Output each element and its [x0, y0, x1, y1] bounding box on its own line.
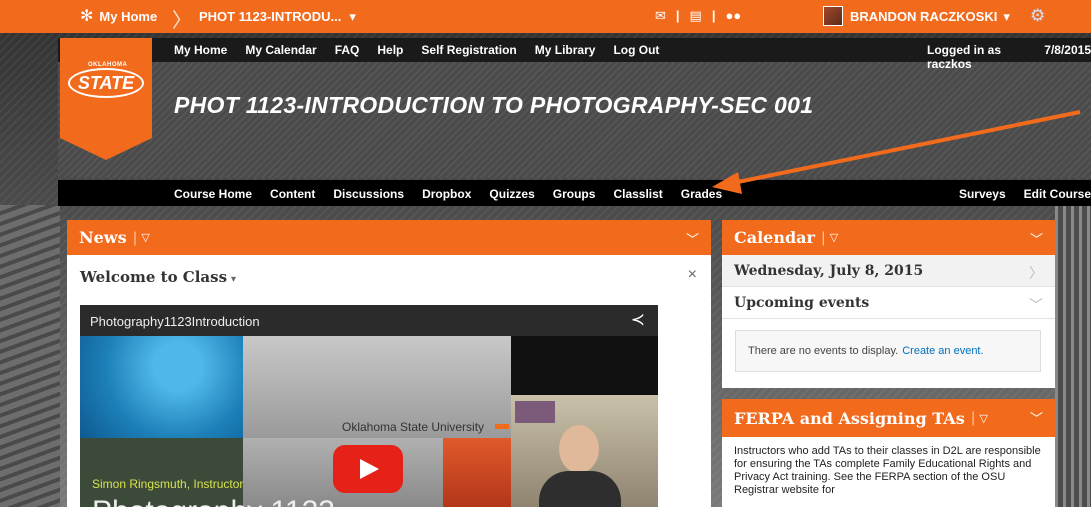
nav-dropbox[interactable]: Dropbox [422, 187, 471, 201]
collapse-chevron-icon[interactable]: ﹀ [1030, 229, 1043, 248]
no-events-box: There are no events to display. Create a… [735, 330, 1041, 372]
nav-surveys[interactable]: Surveys [959, 187, 1006, 201]
chevron-right-icon: 〉 [1029, 266, 1043, 282]
osu-logo[interactable]: OKLAHOMA STATE [60, 38, 152, 160]
news-header: News | ▽ ﹀ [67, 220, 711, 255]
chat-icon[interactable]: ●● [725, 8, 741, 24]
no-events-text: There are no events to display. [748, 345, 899, 357]
avatar[interactable] [823, 6, 843, 26]
calendar-header: Calendar | ▽ ﹀ [722, 220, 1055, 255]
nav-grades[interactable]: Grades [681, 187, 722, 201]
nav-classlist[interactable]: Classlist [613, 187, 662, 201]
video-osu-label: Oklahoma State University [342, 420, 485, 434]
ferpa-widget: FERPA and Assigning TAs | ▽ ﹀ Instructor… [722, 399, 1055, 507]
video-player[interactable]: Oklahoma State University Photography112… [80, 305, 658, 507]
chevron-down-icon[interactable]: ▾ [231, 274, 236, 285]
chevron-down-icon: ▾ [1003, 9, 1010, 24]
course-nav: Course Home Content Discussions Dropbox … [58, 180, 1091, 206]
nav-content[interactable]: Content [270, 187, 315, 201]
video-instructor-label: Simon Ringsmuth, Instructor [92, 477, 244, 491]
widget-menu-icon[interactable]: ▽ [979, 412, 987, 425]
video-title-bar: Photography1123Introduction ≺ [80, 305, 658, 336]
nav-my-calendar[interactable]: My Calendar [245, 43, 316, 57]
video-tile [80, 336, 243, 438]
image-detail [515, 401, 555, 423]
course-selector-label: PHOT 1123-INTRODU... [199, 9, 342, 24]
divider: | [132, 229, 138, 246]
course-header-band [58, 62, 1091, 178]
collapse-chevron-icon[interactable]: ﹀ [686, 229, 699, 248]
image-detail [539, 471, 621, 507]
video-overlay-text: Photography 1123 [92, 495, 335, 507]
news-widget: News | ▽ ﹀ Welcome to Class ▾ × Oklahoma … [67, 220, 711, 507]
background-building-left [0, 205, 60, 507]
video-title[interactable]: Photography1123Introduction [90, 314, 260, 329]
upcoming-events-toggle[interactable]: Upcoming events ﹀ [722, 287, 1055, 319]
share-icon[interactable]: ≺ [631, 310, 645, 330]
create-event-link[interactable]: Create an event. [902, 345, 983, 357]
divider: | [711, 8, 716, 23]
logo-text: STATE [77, 73, 135, 93]
current-date: 7/8/2015 [1044, 43, 1091, 57]
nav-my-library[interactable]: My Library [535, 43, 596, 57]
collapse-chevron-icon[interactable]: ﹀ [1030, 408, 1043, 427]
gear-icon[interactable]: ⚙ [1030, 6, 1045, 26]
my-home-link[interactable]: ✻ My Home [80, 7, 158, 25]
calendar-header-title[interactable]: Calendar [734, 228, 815, 247]
chevron-down-icon: ▾ [349, 9, 356, 24]
user-menu[interactable]: BRANDON RACZKOSKI ▾ [850, 9, 1010, 25]
top-minibar: ✻ My Home 〉 PHOT 1123-INTRODU... ▾ ✉ | ▤… [0, 0, 1091, 33]
chevron-down-icon: ﹀ [1029, 298, 1043, 314]
widget-menu-icon[interactable]: ▽ [830, 231, 838, 244]
upcoming-events-text: Upcoming events [734, 294, 870, 311]
nav-help[interactable]: Help [377, 43, 403, 57]
divider: | [675, 8, 680, 23]
image-detail [559, 425, 599, 473]
ferpa-header-title[interactable]: FERPA and Assigning TAs [734, 409, 965, 428]
nav-self-registration[interactable]: Self Registration [421, 43, 516, 57]
breadcrumb-separator-icon: 〉 [172, 10, 192, 32]
course-title: PHOT 1123-INTRODUCTION TO PHOTOGRAPHY-SE… [174, 92, 814, 118]
user-name: BRANDON RACZKOSKI [850, 9, 998, 24]
divider: | [970, 410, 976, 426]
calendar-current-date[interactable]: Wednesday, July 8, 2015 〉 [722, 255, 1055, 287]
my-home-label: My Home [99, 9, 158, 24]
nav-groups[interactable]: Groups [553, 187, 596, 201]
calendar-date-text: Wednesday, July 8, 2015 [734, 262, 924, 279]
ferpa-body-text: Instructors who add TAs to their classes… [734, 445, 1041, 496]
logo-mark: OKLAHOMA STATE [68, 62, 144, 98]
close-icon[interactable]: × [688, 266, 697, 284]
course-selector[interactable]: PHOT 1123-INTRODU... ▾ [199, 9, 356, 25]
ferpa-header: FERPA and Assigning TAs | ▽ ﹀ [722, 399, 1055, 437]
nav-edit-course[interactable]: Edit Course [1024, 187, 1091, 201]
background-building-right [1055, 200, 1091, 507]
nav-course-home[interactable]: Course Home [174, 187, 252, 201]
video-accent-dash [495, 424, 509, 429]
video-tile [443, 438, 511, 507]
divider: | [820, 229, 826, 246]
nav-discussions[interactable]: Discussions [333, 187, 404, 201]
video-instructor-image [511, 395, 658, 507]
news-header-title[interactable]: News [79, 228, 127, 247]
notification-icons: ✉ | ▤ | ●● [655, 8, 741, 24]
nav-faq[interactable]: FAQ [335, 43, 360, 57]
news-item-title[interactable]: Welcome to Class ▾ [80, 268, 236, 286]
updates-icon[interactable]: ▤ [690, 8, 702, 24]
nav-quizzes[interactable]: Quizzes [489, 187, 534, 201]
utility-nav: My Home My Calendar FAQ Help Self Regist… [58, 38, 1091, 71]
mail-icon[interactable]: ✉ [655, 8, 666, 24]
logo-subtext: OKLAHOMA [88, 62, 128, 68]
home-icon: ✻ [80, 7, 94, 25]
logged-in-text: Logged in as raczkos [927, 43, 1002, 71]
news-item-title-text: Welcome to Class [80, 268, 228, 286]
nav-my-home[interactable]: My Home [174, 43, 227, 57]
calendar-widget: Calendar | ▽ ﹀ Wednesday, July 8, 2015 〉… [722, 220, 1055, 388]
nav-log-out[interactable]: Log Out [613, 43, 659, 57]
play-button[interactable] [333, 445, 403, 493]
widget-menu-icon[interactable]: ▽ [141, 231, 149, 244]
